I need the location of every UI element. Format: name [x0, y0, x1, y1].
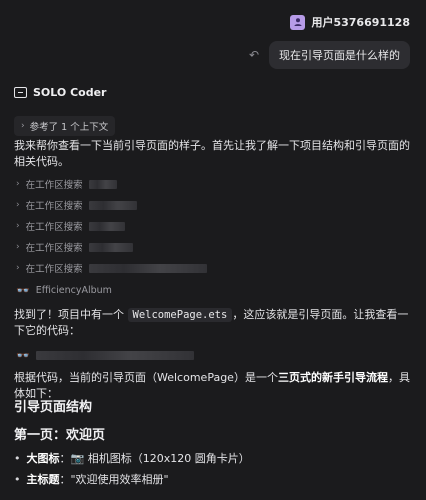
redacted-text — [88, 242, 133, 252]
search-label: 在工作区搜索 — [25, 243, 83, 254]
redacted-text — [88, 221, 125, 231]
bullet-label: 大图标 — [26, 452, 60, 465]
list-item: • 大图标：📷 相机图标（120x120 圆角卡片） — [14, 450, 250, 466]
bullet-text: ："欢迎使用效率相册" — [59, 473, 169, 486]
search-item[interactable]: › 在工作区搜索 — [16, 198, 137, 212]
chevron-right-icon: › — [16, 263, 20, 273]
intro-text: 我来帮你查看一下当前引导页面的样子。首先让我了解一下项目结构和引导页面的相关代码… — [14, 139, 410, 168]
search-label: 在工作区搜索 — [25, 201, 83, 212]
glasses-icon: 👓 — [16, 349, 30, 362]
user-header: 用户5376691128 — [290, 14, 410, 30]
project-folder-row[interactable]: 👓 EfficiencyAlbum — [16, 284, 112, 297]
user-icon — [294, 18, 302, 26]
search-item[interactable]: › 在工作区搜索 — [16, 261, 207, 275]
user-message-row: ↶ 现在引导页面是什么样的 — [249, 41, 410, 69]
agent-logo-icon — [14, 87, 27, 98]
user-message-bubble: 现在引导页面是什么样的 — [269, 41, 410, 69]
heading-page1: 第一页：欢迎页 — [14, 428, 106, 443]
found-prefix: 找到了！项目中有一个 — [14, 308, 124, 321]
glasses-icon: 👓 — [16, 284, 30, 297]
search-label: 在工作区搜索 — [25, 264, 83, 275]
chevron-right-icon: › — [16, 179, 20, 189]
chevron-right-icon: › — [16, 242, 20, 252]
file-read-row[interactable]: 👓 — [16, 349, 194, 362]
file-name-code: WelcomePage.ets — [127, 308, 233, 322]
search-item[interactable]: › 在工作区搜索 — [16, 177, 117, 191]
redacted-text — [88, 263, 207, 273]
found-text: 找到了！项目中有一个 WelcomePage.ets ，这应该就是引导页面。让我查… — [14, 307, 412, 339]
bullet-label: 主标题 — [26, 473, 60, 486]
search-label: 在工作区搜索 — [25, 180, 83, 191]
project-folder-name: EfficiencyAlbum — [35, 285, 112, 296]
redacted-text — [88, 179, 117, 189]
redacted-text — [35, 351, 194, 360]
bullet-dot: • — [14, 452, 21, 465]
bullet-text: ：📷 相机图标（120x120 圆角卡片） — [59, 452, 250, 465]
avatar — [290, 14, 306, 30]
context-chip-label: 参考了 1 个上下文 — [29, 122, 109, 133]
bullet-dot: • — [14, 473, 21, 486]
redacted-text — [88, 200, 137, 210]
username: 用户5376691128 — [311, 16, 410, 29]
heading-structure: 引导页面结构 — [14, 400, 93, 415]
agent-header: SOLO Coder — [14, 86, 106, 99]
search-item[interactable]: › 在工作区搜索 — [16, 240, 133, 254]
chevron-right-icon: › — [16, 200, 20, 210]
undo-icon[interactable]: ↶ — [249, 48, 259, 62]
context-chip[interactable]: › 参考了 1 个上下文 — [14, 116, 116, 136]
summary-prefix: 根据代码，当前的引导页面（WelcomePage）是一个 — [14, 371, 278, 384]
list-item: • 主标题："欢迎使用效率相册" — [14, 471, 169, 487]
chevron-right-icon: › — [16, 221, 20, 231]
summary-bold: 三页式的新手引导流程 — [277, 371, 388, 384]
search-label: 在工作区搜索 — [25, 222, 83, 233]
search-item[interactable]: › 在工作区搜索 — [16, 219, 125, 233]
chevron-right-icon: › — [21, 121, 25, 131]
agent-name: SOLO Coder — [33, 86, 107, 99]
